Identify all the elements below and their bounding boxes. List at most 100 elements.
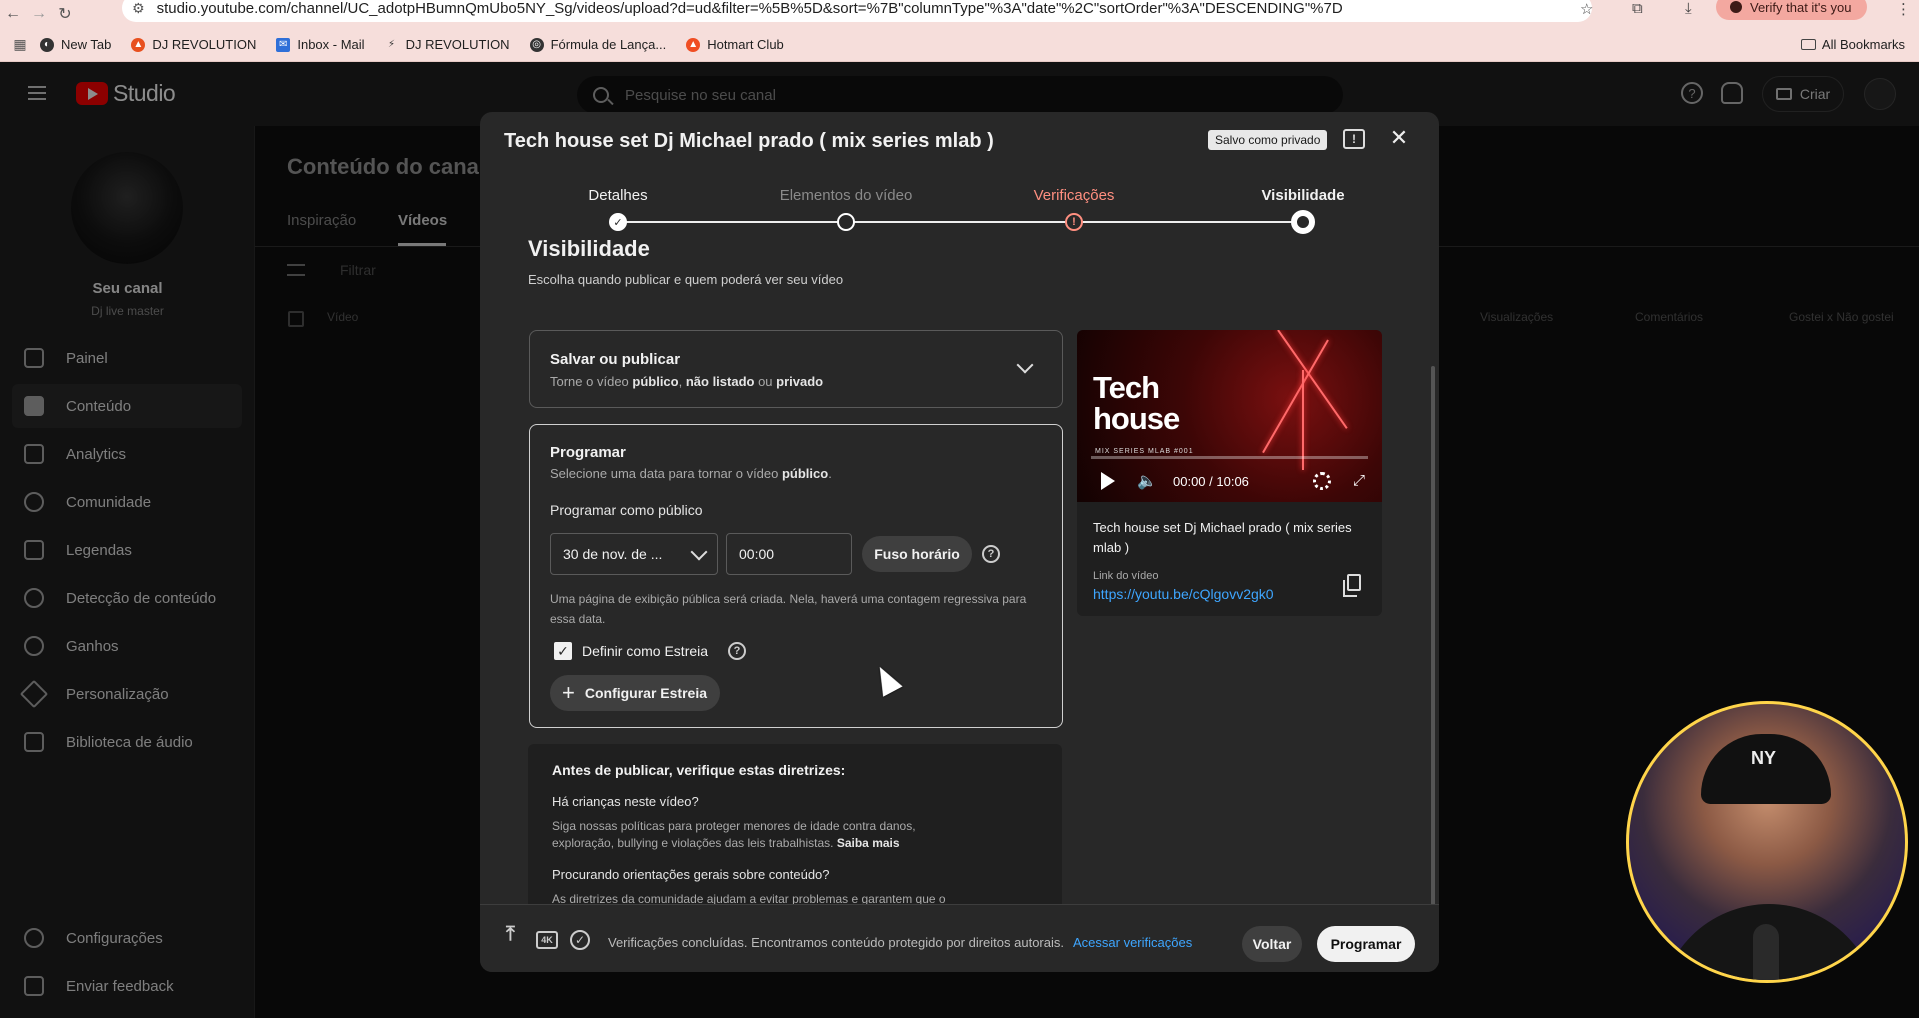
section-title: Visibilidade [528, 236, 650, 261]
bookmark-label: DJ REVOLUTION [405, 37, 510, 52]
step-detalhes[interactable]: Detalhes [533, 187, 703, 204]
url-text: studio.youtube.com/channel/UC_adotpHBumn… [156, 0, 1343, 17]
browser-toolbar: ← → ↻ ⚙ studio.youtube.com/channel/UC_ad… [0, 0, 1919, 28]
bookmark-label: DJ REVOLUTION [152, 37, 257, 52]
schedule-as-public-label: Programar como público [550, 502, 703, 518]
plus-icon: + [562, 680, 575, 705]
close-icon[interactable]: ✕ [1387, 126, 1411, 150]
bookmark-label: Fórmula de Lança... [550, 37, 667, 52]
browser-menu-icon[interactable]: ⋮ [1896, 0, 1911, 18]
cap: NY [1701, 734, 1831, 804]
bookmark-hotmart[interactable]: ▲ Hotmart Club [686, 37, 784, 52]
back-button[interactable]: Voltar [1242, 926, 1302, 962]
timezone-help-icon[interactable]: ? [982, 545, 1000, 563]
save-publish-text: Torne o vídeo público, não listado ou pr… [550, 374, 824, 389]
date-value: 30 de nov. de ... [563, 546, 663, 562]
flame-icon: ▲ [131, 37, 146, 52]
volume-icon[interactable]: 🔈 [1137, 473, 1159, 491]
checks-complete-icon[interactable]: ✓ [570, 930, 590, 950]
access-checks-link[interactable]: Acessar verificações [1073, 935, 1192, 950]
play-icon[interactable] [1101, 472, 1115, 490]
date-select[interactable]: 30 de nov. de ... [550, 533, 718, 575]
premiere-checkbox[interactable]: ✓ [554, 642, 572, 660]
extensions-icon[interactable]: ⧉ [1632, 0, 1643, 17]
checks-status-text: Verificações concluídas. Encontramos con… [608, 935, 1064, 950]
bolt-icon: ⚡ [388, 39, 396, 50]
ny-logo-icon: NY [1751, 748, 1777, 768]
bookmarks-bar: ▦ ◐ New Tab ▲ DJ REVOLUTION ✉ Inbox - Ma… [0, 28, 1919, 62]
bookmark-label: Inbox - Mail [297, 37, 365, 52]
report-issue-icon[interactable]: ! [1343, 129, 1365, 149]
configure-premiere-label: Configurar Estreia [584, 685, 707, 701]
step-done-check-icon[interactable]: ✓ [609, 213, 627, 231]
microphone [1753, 924, 1779, 980]
settings-gear-icon[interactable] [1313, 472, 1331, 490]
forward-arrow-icon[interactable]: → [26, 5, 52, 23]
premiere-help-icon[interactable]: ? [728, 642, 746, 660]
bookmark-label: Hotmart Club [707, 37, 784, 52]
webcam-overlay: NY [1626, 701, 1908, 983]
site-settings-icon[interactable]: ⚙ [132, 0, 145, 17]
video-title: Tech house set Dj Michael prado ( mix se… [1093, 520, 1352, 555]
schedule-button[interactable]: Programar [1317, 926, 1415, 962]
stepper-line [618, 221, 1303, 223]
bookmark-formula[interactable]: ◎ Fórmula de Lança... [529, 37, 667, 52]
download-icon[interactable]: ⤓ [1685, 0, 1692, 17]
folder-icon [1800, 39, 1816, 50]
chevron-down-icon [690, 543, 708, 561]
dialog-footer: ⤒ 4K ✓ Verificações concluídas. Encontra… [480, 904, 1439, 972]
bookmark-dj-revolution[interactable]: ▲ DJ REVOLUTION [131, 37, 256, 52]
video-progress-bar[interactable] [1091, 456, 1368, 459]
verify-identity-button[interactable]: Verify that it's you [1716, 0, 1868, 20]
guideline-text: Siga nossas políticas para proteger meno… [552, 819, 916, 850]
thumbnail-title: Tech house [1093, 370, 1180, 436]
timezone-button[interactable]: Fuso horário [862, 536, 972, 572]
chevron-down-icon[interactable] [1016, 356, 1034, 374]
address-bar[interactable]: ⚙ studio.youtube.com/channel/UC_adotpHBu… [122, 0, 1592, 22]
step-elementos[interactable]: Elementos do vídeo [761, 187, 931, 204]
schedule-text: Selecione uma data para tornar o vídeo p… [550, 466, 832, 481]
mail-icon: ✉ [276, 37, 291, 52]
back-arrow-icon[interactable]: ← [0, 5, 26, 23]
globe-icon: ◎ [529, 37, 544, 52]
dialog-title: Tech house set Dj Michael prado ( mix se… [504, 130, 994, 152]
video-link[interactable]: https://youtu.be/cQlgovv2gk0 [1093, 586, 1274, 602]
step-verificacoes[interactable]: Verificações [989, 187, 1159, 204]
bookmark-new-tab[interactable]: ◐ New Tab [40, 37, 111, 52]
thumbnail-subtitle: MIX SERIES MLAB #001 [1095, 448, 1194, 455]
apps-grid-icon[interactable]: ▦ [0, 36, 40, 53]
hd-icon[interactable]: 4K [536, 931, 558, 949]
schedule-title: Programar [550, 444, 626, 461]
upload-dialog: Tech house set Dj Michael prado ( mix se… [480, 112, 1439, 972]
schedule-note: Uma página de exibição pública será cria… [550, 592, 1027, 626]
saved-status-badge: Salvo como privado [1208, 130, 1328, 150]
section-subtitle: Escolha quando publicar e quem poderá ve… [528, 272, 844, 287]
learn-more-link[interactable]: Saiba mais [837, 836, 900, 850]
all-bookmarks-label: All Bookmarks [1821, 37, 1905, 52]
step-current-dot-icon[interactable] [1291, 210, 1315, 234]
copy-icon[interactable] [1343, 574, 1361, 597]
verify-label: Verify that it's you [1750, 0, 1852, 15]
upload-icon[interactable]: ⤒ [506, 923, 515, 946]
step-visibilidade[interactable]: Visibilidade [1218, 187, 1388, 204]
reload-icon[interactable]: ↻ [52, 4, 78, 24]
bookmark-label: New Tab [61, 37, 112, 52]
configure-premiere-button[interactable]: + Configurar Estreia [550, 675, 720, 711]
all-bookmarks[interactable]: All Bookmarks [1800, 37, 1905, 52]
video-preview-card: Tech house MIX SERIES MLAB #001 🔈 00:00 /… [1077, 330, 1382, 616]
video-player[interactable]: Tech house MIX SERIES MLAB #001 🔈 00:00 /… [1077, 330, 1382, 502]
guideline-question: Procurando orientações gerais sobre cont… [552, 867, 830, 882]
bookmark-star-icon[interactable]: ☆ [1580, 0, 1593, 18]
step-warning-icon[interactable]: ! [1065, 213, 1083, 231]
fullscreen-icon[interactable]: ⤢ [1353, 473, 1369, 489]
save-publish-panel[interactable]: Salvar ou publicar Torne o vídeo público… [529, 330, 1063, 408]
guidelines-title: Antes de publicar, verifique estas diret… [552, 762, 846, 778]
time-input[interactable] [726, 533, 852, 575]
bookmark-inbox-mail[interactable]: ✉ Inbox - Mail [276, 37, 365, 52]
bookmark-dj-revolution-2[interactable]: ⚡ DJ REVOLUTION [385, 37, 510, 52]
step-done-dot-icon[interactable] [837, 213, 855, 231]
dialog-scrollbar[interactable] [1431, 366, 1435, 956]
video-link-label: Link do vídeo [1093, 570, 1159, 582]
premiere-label[interactable]: Definir como Estreia [582, 643, 708, 659]
video-time: 00:00 / 10:06 [1173, 474, 1249, 489]
